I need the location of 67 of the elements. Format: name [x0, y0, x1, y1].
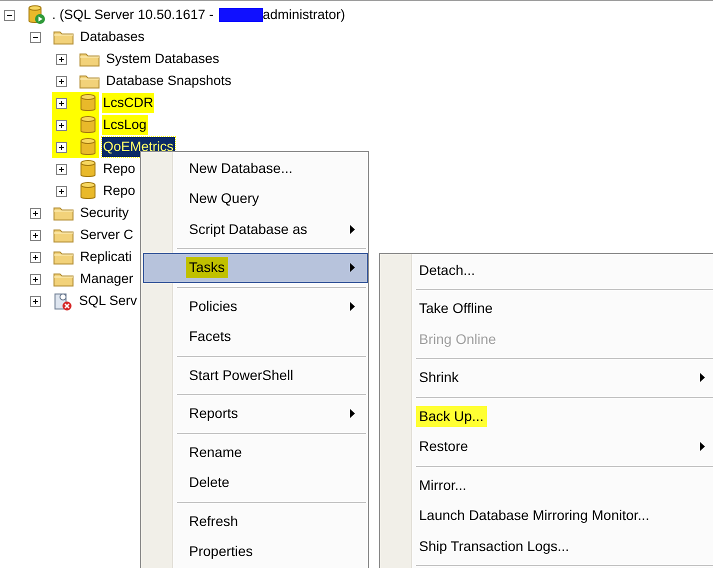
tree-item-label[interactable]: Repo [102, 158, 136, 180]
folder-icon [53, 249, 74, 265]
agent-icon [53, 291, 73, 311]
tree-item-label[interactable]: Replicati [79, 246, 133, 268]
expand-icon[interactable] [56, 54, 67, 64]
expand-icon[interactable] [30, 230, 41, 240]
expand-icon[interactable] [56, 76, 67, 86]
database-icon [79, 93, 97, 113]
tree-item-label[interactable]: . (SQL Server 10.50.1617 - [51, 4, 215, 26]
menu-item[interactable]: Mirror... [382, 470, 713, 500]
database-icon [79, 137, 97, 157]
menu-item[interactable]: Facets [143, 322, 368, 352]
tree-item-label[interactable]: System Databases [105, 48, 220, 70]
tree-item-label[interactable]: SQL Serv [78, 290, 138, 312]
expand-icon[interactable] [56, 120, 67, 130]
collapse-icon[interactable] [30, 32, 41, 42]
menu-item[interactable]: Take Offline [382, 294, 713, 324]
expand-icon[interactable] [56, 98, 67, 108]
folder-icon [79, 73, 100, 89]
menu-item[interactable]: Restore [382, 432, 713, 462]
folder-icon [53, 29, 74, 45]
folder-icon [53, 227, 74, 243]
menu-item[interactable]: Shrink [382, 362, 713, 393]
menu-item[interactable]: Refresh [143, 506, 368, 536]
menu-item[interactable]: New Query [143, 184, 368, 214]
expand-icon[interactable] [30, 252, 41, 262]
expand-icon[interactable] [56, 142, 67, 152]
folder-icon [53, 205, 74, 221]
database-icon [79, 181, 97, 201]
menu-item[interactable]: Rename [143, 437, 368, 468]
tree-item-label[interactable]: Database Snapshots [105, 70, 232, 92]
menu-item[interactable]: Start PowerShell [143, 360, 368, 390]
tree-item-label: administrator) [262, 6, 346, 24]
submenu-arrow-icon [350, 263, 355, 272]
expand-icon[interactable] [30, 274, 41, 284]
tree-item-label[interactable]: Databases [79, 26, 146, 48]
menu-item[interactable]: Detach... [382, 255, 713, 286]
collapse-icon[interactable] [4, 10, 15, 20]
folder-icon [79, 51, 100, 67]
tree-item-label[interactable]: Server C [79, 224, 134, 246]
submenu-arrow-icon [350, 302, 355, 311]
tree-item-label[interactable]: LcsLog [102, 114, 148, 136]
submenu-arrow-icon [350, 409, 355, 418]
submenu-arrow-icon [350, 224, 355, 234]
menu-item[interactable]: Reports [143, 398, 368, 429]
menu-item[interactable]: Script Database as [143, 214, 368, 244]
expand-icon[interactable] [30, 296, 41, 306]
tree-item-label[interactable]: Repo [102, 180, 136, 202]
database-icon [79, 159, 97, 179]
expand-icon[interactable] [56, 164, 67, 174]
menu-item[interactable]: Back Up... [382, 401, 713, 432]
expand-icon[interactable] [30, 208, 41, 218]
server-icon [27, 5, 46, 25]
menu-item[interactable]: Delete [143, 468, 368, 498]
menu-item[interactable]: Properties [143, 536, 368, 567]
folder-icon [53, 271, 74, 287]
menu-item[interactable]: Policies [143, 291, 368, 322]
expand-icon[interactable] [56, 186, 67, 196]
submenu-arrow-icon [700, 442, 705, 452]
menu-item[interactable]: Tasks [143, 252, 368, 283]
submenu-arrow-icon [700, 373, 705, 382]
menu-item[interactable]: Ship Transaction Logs... [382, 531, 713, 562]
tree-item-label[interactable]: Security [79, 202, 130, 224]
tree-item-label[interactable]: Manager [79, 268, 134, 290]
database-icon [79, 115, 97, 135]
tree-item-label[interactable]: LcsCDR [102, 92, 154, 114]
menu-item[interactable]: Launch Database Mirroring Monitor... [382, 500, 713, 531]
